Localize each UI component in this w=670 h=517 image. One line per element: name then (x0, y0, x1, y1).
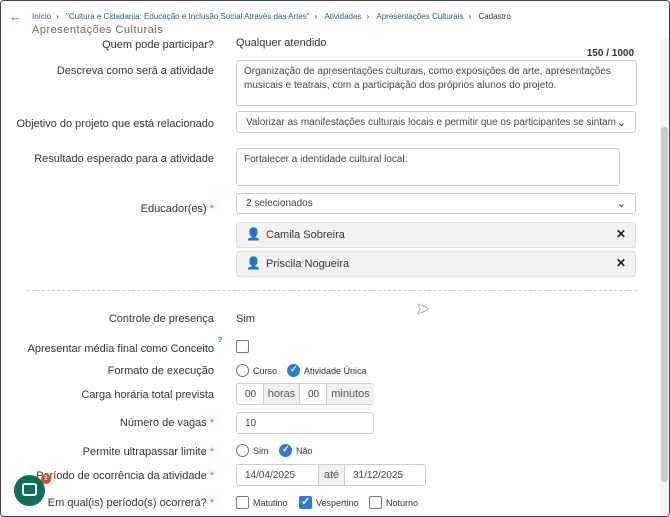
chat-notification-badge: 1 (41, 474, 51, 484)
attendance-label: Controle de presença (108, 313, 214, 325)
execution-format-label: Formato de execução (107, 365, 214, 377)
close-icon[interactable]: ✕ (616, 256, 626, 270)
page-title: Apresentações Culturais (32, 24, 164, 36)
close-icon[interactable]: ✕ (616, 227, 626, 241)
vacancies-label-text: Número de vagas (119, 417, 207, 429)
period-input-group: 14/04/2025 até 31/12/2025 (236, 464, 426, 486)
shift-checkbox-noturno[interactable] (369, 496, 382, 509)
vacancies-value: 10 (245, 418, 257, 429)
breadcrumb-project[interactable]: "Cultura e Cidadania: Educação e Inclusã… (66, 12, 310, 21)
mouse-cursor-icon: ➤ (416, 301, 430, 318)
execution-format-option-label: Curso (253, 366, 278, 376)
educators-label: Educador(es) * (141, 203, 214, 215)
required-mark: * (209, 203, 214, 215)
shift-checkbox-matutino[interactable] (236, 496, 249, 509)
vacancies-label: Número de vagas * (120, 417, 214, 429)
header: ← Início › "Cultura e Cidadania: Educação… (1, 1, 669, 37)
shift-option-label: Noturno (386, 498, 419, 508)
vacancies-input[interactable]: 10 (236, 412, 374, 434)
average-concept-checkbox[interactable] (236, 340, 249, 353)
help-icon[interactable]: ? (218, 337, 222, 344)
execution-format-radio-atividade-unica[interactable] (287, 364, 300, 377)
shift-checkbox-vespertino[interactable] (299, 495, 312, 509)
objective-select[interactable]: Valorizar as manifestações culturais loc… (236, 111, 636, 133)
educator-chip: 👤 Camila Sobreira ✕ (236, 222, 636, 248)
breadcrumb-home[interactable]: Início (32, 12, 51, 21)
objective-label: Objetivo do projeto que está relacionado (16, 118, 214, 130)
chevron-down-icon: ⌄ (616, 117, 626, 129)
exceed-limit-option-label: Sim (253, 446, 269, 456)
user-check-icon: 👤 (246, 227, 261, 241)
workload-hours-input[interactable]: 00 (245, 389, 256, 400)
who-can-participate-label: Quem pode participar? (102, 39, 214, 51)
chat-icon (22, 483, 37, 496)
shift-option-label: Vespertino (316, 498, 359, 508)
expected-result-text: Fortalecer a identidade cultural local: (244, 154, 408, 165)
workload-input-group: 00 horas 00 minutos (236, 383, 374, 405)
exceed-limit-label-text: Permite ultrapassar limite (82, 446, 207, 458)
required-mark: * (209, 470, 214, 482)
chevron-right-icon: › (468, 12, 472, 21)
execution-format-option-label: Atividade Única (304, 366, 367, 376)
educator-name: Priscila Nogueira (266, 258, 350, 270)
average-concept-label: Apresentar média final como Conceito (27, 343, 214, 355)
expected-result-label: Resultado esperado para a atividade (34, 153, 214, 165)
educators-selected-count: 2 selecionados (246, 198, 313, 209)
description-textarea[interactable]: Organização de apresentações culturais, … (236, 60, 637, 106)
breadcrumb-activity[interactable]: Apresentações Culturais (376, 12, 463, 21)
educator-name: Camila Sobreira (266, 229, 345, 241)
period-label-text: Período de ocorrência da atividade (36, 470, 207, 482)
workload-label: Carga horária total prevista (81, 389, 214, 401)
chevron-right-icon: › (366, 12, 370, 21)
educators-select[interactable]: 2 selecionados ⌄ (236, 193, 636, 214)
hours-addon: horas (263, 384, 300, 404)
description-label: Descreva como será a atividade (56, 65, 214, 77)
user-check-icon: 👤 (246, 256, 261, 270)
back-arrow-icon[interactable]: ← (9, 9, 22, 24)
educator-chip: 👤 Priscila Nogueira ✕ (236, 251, 636, 277)
shifts-label-text: Em qual(is) período(s) ocorrerá? (47, 497, 207, 509)
shift-option-label: Matutino (253, 498, 288, 508)
exceed-limit-radio-sim[interactable] (236, 444, 249, 457)
period-start-input[interactable]: 14/04/2025 (245, 470, 295, 481)
required-mark: * (209, 417, 214, 429)
attendance-value: Sim (236, 313, 255, 325)
educators-label-text: Educador(es) (140, 203, 207, 215)
workload-minutes-input[interactable]: 00 (308, 389, 319, 400)
execution-format-radio-curso[interactable] (236, 364, 249, 377)
period-label: Período de ocorrência da atividade * (36, 470, 214, 482)
scrollbar[interactable] (660, 37, 669, 516)
objective-selected-value: Valorizar as manifestações culturais loc… (246, 117, 616, 128)
shifts-label: Em qual(is) período(s) ocorrerá? * (48, 497, 214, 509)
breadcrumb-current: Cadastro (478, 12, 511, 21)
expected-result-textarea[interactable]: Fortalecer a identidade cultural local: (236, 148, 620, 186)
chevron-right-icon: › (56, 12, 59, 21)
description-char-counter: 150 / 1000 (586, 48, 634, 59)
minutes-addon: minutos (326, 384, 374, 404)
chevron-down-icon: ⌄ (616, 198, 626, 210)
required-mark: * (209, 446, 214, 458)
scrollbar-thumb[interactable] (661, 127, 668, 482)
description-text: Organização de apresentações culturais, … (244, 66, 611, 91)
who-can-participate-value: Qualquer atendido (236, 37, 327, 49)
breadcrumb-activities[interactable]: Atividades (325, 12, 362, 21)
section-divider (27, 290, 637, 291)
period-end-input[interactable]: 31/12/2025 (353, 470, 403, 481)
breadcrumb: Início › "Cultura e Cidadania: Educação e… (32, 12, 511, 21)
exceed-limit-label: Permite ultrapassar limite * (83, 446, 214, 458)
required-mark: * (209, 497, 214, 509)
app-window: ← Início › "Cultura e Cidadania: Educação… (0, 0, 670, 517)
exceed-limit-option-label: Não (296, 446, 313, 456)
exceed-limit-radio-nao[interactable] (279, 444, 292, 457)
period-separator: até (318, 465, 345, 485)
chevron-right-icon: › (314, 12, 318, 21)
